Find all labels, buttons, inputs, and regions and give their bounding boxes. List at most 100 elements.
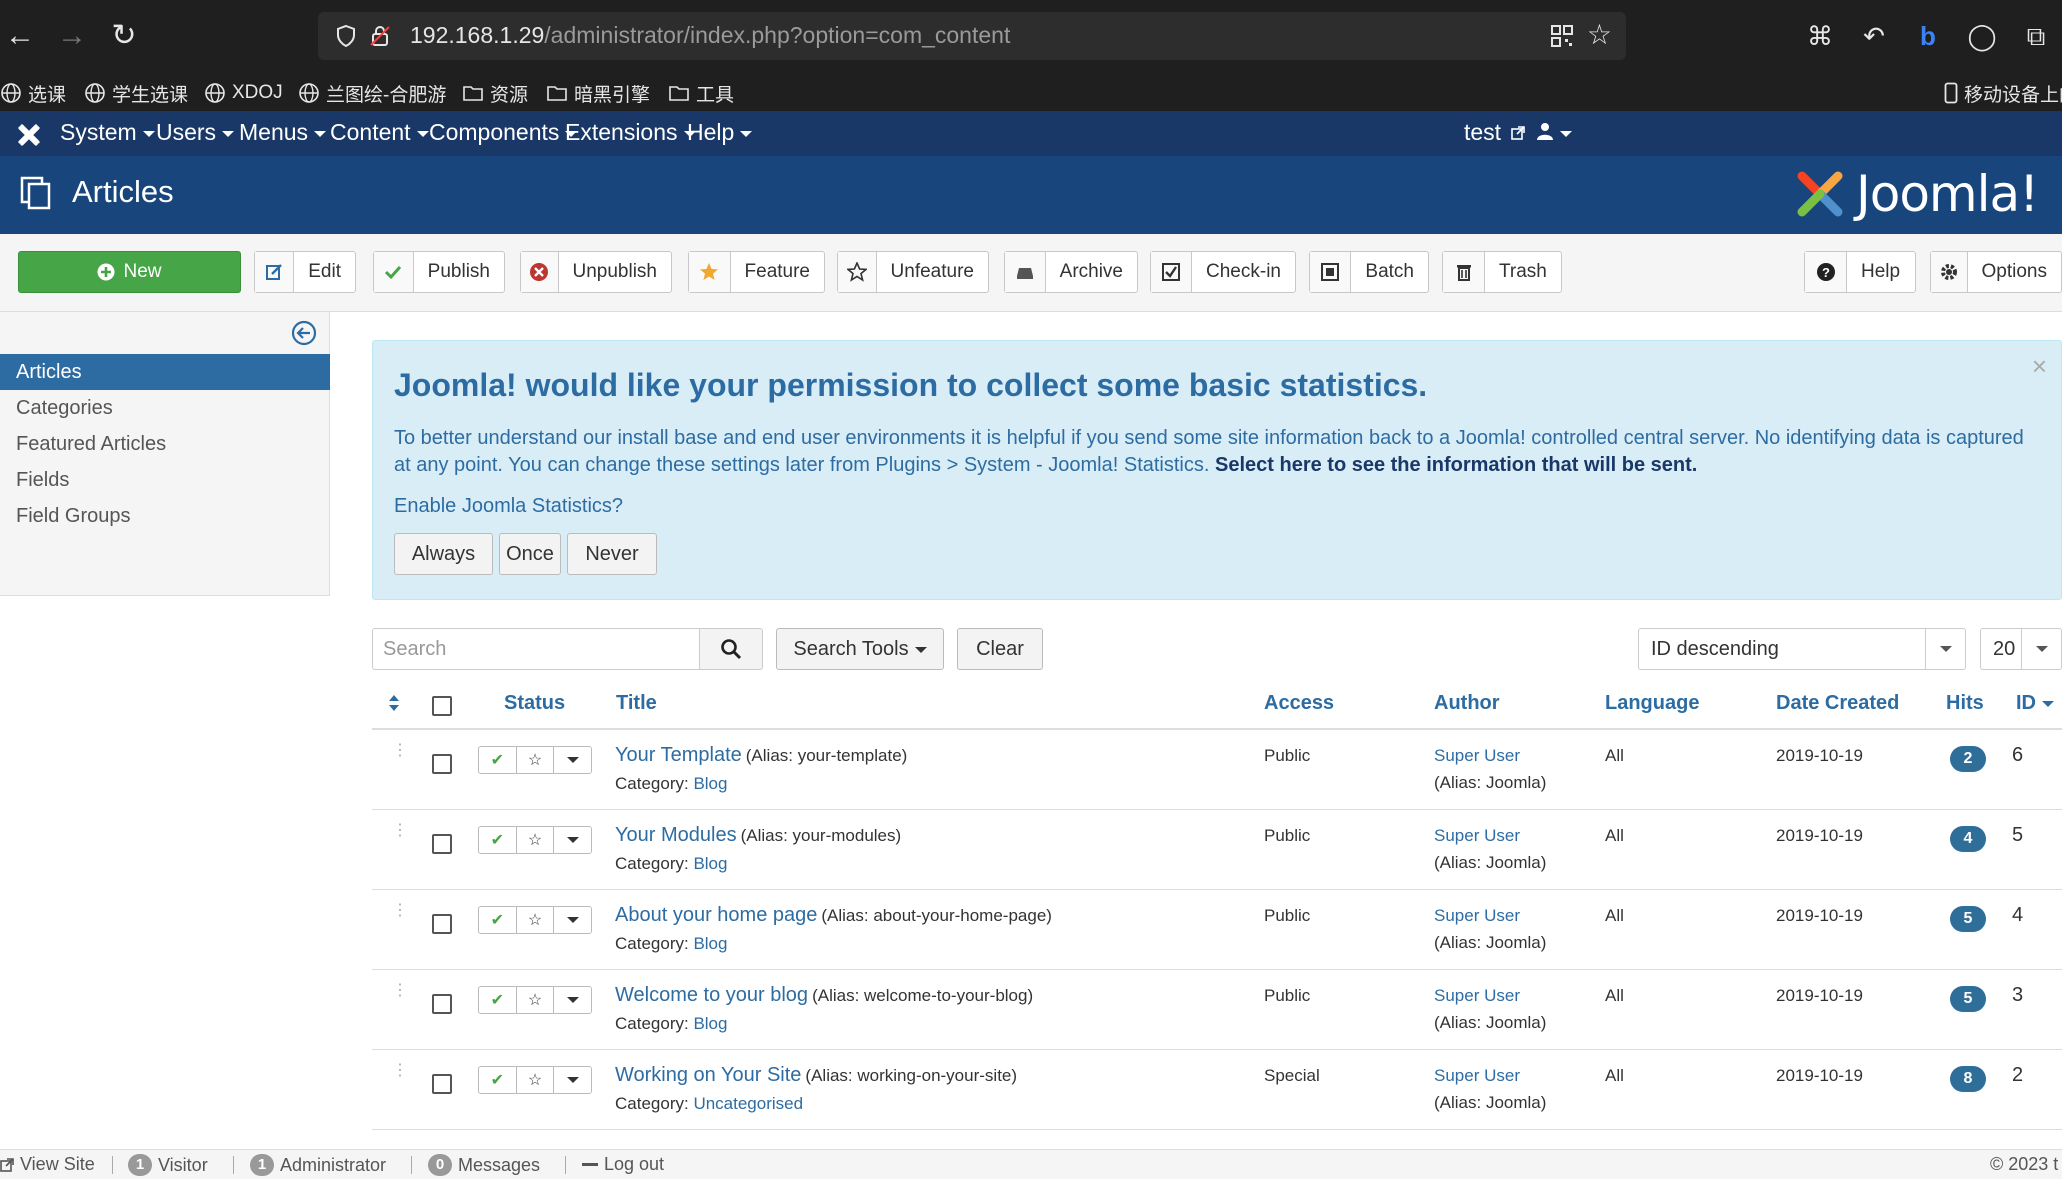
article-title[interactable]: About your home page (Alias: about-your-h… (615, 904, 1052, 927)
joomla-nav-icon[interactable] (16, 122, 42, 148)
nav-extensions[interactable]: Extensions (565, 112, 696, 156)
row-checkbox[interactable] (432, 754, 452, 774)
drag-handle-icon[interactable]: ⋮ (392, 743, 408, 759)
qr-code-icon[interactable] (1550, 24, 1574, 48)
column-author[interactable]: Author (1434, 680, 1500, 730)
clear-button[interactable]: Clear (957, 628, 1043, 670)
column-title[interactable]: Title (616, 680, 657, 730)
category-link[interactable]: Blog (693, 934, 727, 953)
unfeature-button[interactable]: Unfeature (837, 251, 989, 293)
featured-star-icon[interactable]: ☆ (517, 907, 555, 933)
article-title[interactable]: Welcome to your blog (Alias: welcome-to-y… (615, 984, 1033, 1007)
back-icon[interactable]: ← (0, 16, 40, 56)
bookmark-item[interactable]: XDOJ (204, 78, 283, 108)
site-link[interactable]: test (1464, 112, 1526, 156)
actions-dropdown-icon[interactable] (554, 987, 591, 1013)
undo-icon[interactable]: ↶ (1856, 18, 1892, 54)
actions-dropdown-icon[interactable] (554, 1067, 591, 1093)
mobile-bookmarks[interactable]: 移动设备上的 (1944, 78, 2062, 108)
edit-button[interactable]: Edit (254, 251, 356, 293)
view-site-link[interactable]: View Site (0, 1154, 95, 1175)
user-menu[interactable] (1536, 112, 1572, 156)
nav-users[interactable]: Users (156, 112, 235, 156)
bookmark-item[interactable]: 学生选课 (84, 78, 188, 108)
extension-circle-icon[interactable]: ◯ (1964, 18, 2000, 54)
address-bar[interactable]: 192.168.1.29/administrator/index.php?opt… (318, 12, 1626, 60)
new-button[interactable]: New (18, 251, 241, 293)
published-check-icon[interactable]: ✔ (479, 827, 517, 853)
bookmark-folder[interactable]: 工具 (668, 78, 734, 108)
column-status[interactable]: Status (504, 680, 565, 730)
author-link[interactable]: Super User (1434, 826, 1520, 846)
author-link[interactable]: Super User (1434, 746, 1520, 766)
drag-handle-icon[interactable]: ⋮ (392, 823, 408, 839)
column-access[interactable]: Access (1264, 680, 1334, 730)
bookmark-folder[interactable]: 暗黑引擎 (546, 78, 650, 108)
nav-help[interactable]: Help (687, 112, 753, 156)
featured-star-icon[interactable]: ☆ (517, 987, 555, 1013)
publish-button[interactable]: Publish (373, 251, 505, 293)
bookmark-item[interactable]: 选课 (0, 78, 66, 108)
visitors-status[interactable]: 1 Visitor (128, 1154, 208, 1176)
sidebar-item-field-groups[interactable]: Field Groups (0, 498, 330, 534)
unpublish-button[interactable]: Unpublish (520, 251, 672, 293)
logout-link[interactable]: Log out (582, 1154, 664, 1175)
article-title[interactable]: Your Template (Alias: your-template) (615, 744, 907, 767)
reload-icon[interactable]: ↻ (104, 16, 144, 56)
bing-icon[interactable]: b (1910, 18, 1946, 54)
limit-select[interactable]: 20 (1980, 628, 2062, 670)
ordering-select[interactable]: ID descending (1638, 628, 1966, 670)
sidebar-item-categories[interactable]: Categories (0, 390, 330, 426)
featured-star-icon[interactable]: ☆ (517, 1067, 555, 1093)
author-link[interactable]: Super User (1434, 986, 1520, 1006)
nav-menus[interactable]: Menus (239, 112, 327, 156)
nav-components[interactable]: Components (429, 112, 578, 156)
archive-button[interactable]: Archive (1004, 251, 1138, 293)
author-link[interactable]: Super User (1434, 1066, 1520, 1086)
category-link[interactable]: Blog (693, 854, 727, 873)
feature-button[interactable]: Feature (688, 251, 825, 293)
article-title[interactable]: Working on Your Site (Alias: working-on-y… (615, 1064, 1017, 1087)
options-button[interactable]: Options (1930, 251, 2062, 293)
bookmark-star-icon[interactable]: ☆ (1587, 20, 1612, 50)
column-date-created[interactable]: Date Created (1776, 680, 1899, 730)
sidebar-item-articles[interactable]: Articles (0, 354, 330, 390)
row-checkbox[interactable] (432, 834, 452, 854)
administrators-status[interactable]: 1 Administrator (250, 1154, 386, 1176)
drag-handle-icon[interactable]: ⋮ (392, 983, 408, 999)
search-tools-button[interactable]: Search Tools (776, 628, 944, 670)
published-check-icon[interactable]: ✔ (479, 747, 517, 773)
nav-content[interactable]: Content (330, 112, 429, 156)
search-button[interactable] (699, 628, 763, 670)
extensions-puzzle-icon[interactable]: ⧉ (2018, 18, 2054, 54)
search-input[interactable] (372, 628, 700, 670)
published-check-icon[interactable]: ✔ (479, 1067, 517, 1093)
sidebar-item-featured-articles[interactable]: Featured Articles (0, 426, 330, 462)
crop-icon[interactable]: ⌘ (1802, 18, 1838, 54)
row-checkbox[interactable] (432, 1074, 452, 1094)
article-title[interactable]: Your Modules (Alias: your-modules) (615, 824, 901, 847)
sort-ordering-icon[interactable] (388, 694, 400, 712)
column-id[interactable]: ID (2016, 680, 2054, 730)
checkin-button[interactable]: Check-in (1150, 251, 1296, 293)
once-button[interactable]: Once (499, 533, 561, 575)
batch-button[interactable]: Batch (1309, 251, 1429, 293)
drag-handle-icon[interactable]: ⋮ (392, 1063, 408, 1079)
forward-icon[interactable]: → (52, 16, 92, 56)
featured-star-icon[interactable]: ☆ (517, 827, 555, 853)
category-link[interactable]: Blog (693, 774, 727, 793)
nav-system[interactable]: System (60, 112, 155, 156)
select-all-checkbox[interactable] (432, 696, 452, 716)
actions-dropdown-icon[interactable] (554, 827, 591, 853)
trash-button[interactable]: Trash (1442, 251, 1562, 293)
row-checkbox[interactable] (432, 994, 452, 1014)
featured-star-icon[interactable]: ☆ (517, 747, 555, 773)
bookmark-folder[interactable]: 资源 (462, 78, 528, 108)
category-link[interactable]: Blog (693, 1014, 727, 1033)
bookmark-item[interactable]: 兰图绘-合肥游 (298, 78, 446, 108)
actions-dropdown-icon[interactable] (554, 907, 591, 933)
collapse-sidebar-icon[interactable] (291, 320, 317, 346)
author-link[interactable]: Super User (1434, 906, 1520, 926)
published-check-icon[interactable]: ✔ (479, 907, 517, 933)
sidebar-item-fields[interactable]: Fields (0, 462, 330, 498)
